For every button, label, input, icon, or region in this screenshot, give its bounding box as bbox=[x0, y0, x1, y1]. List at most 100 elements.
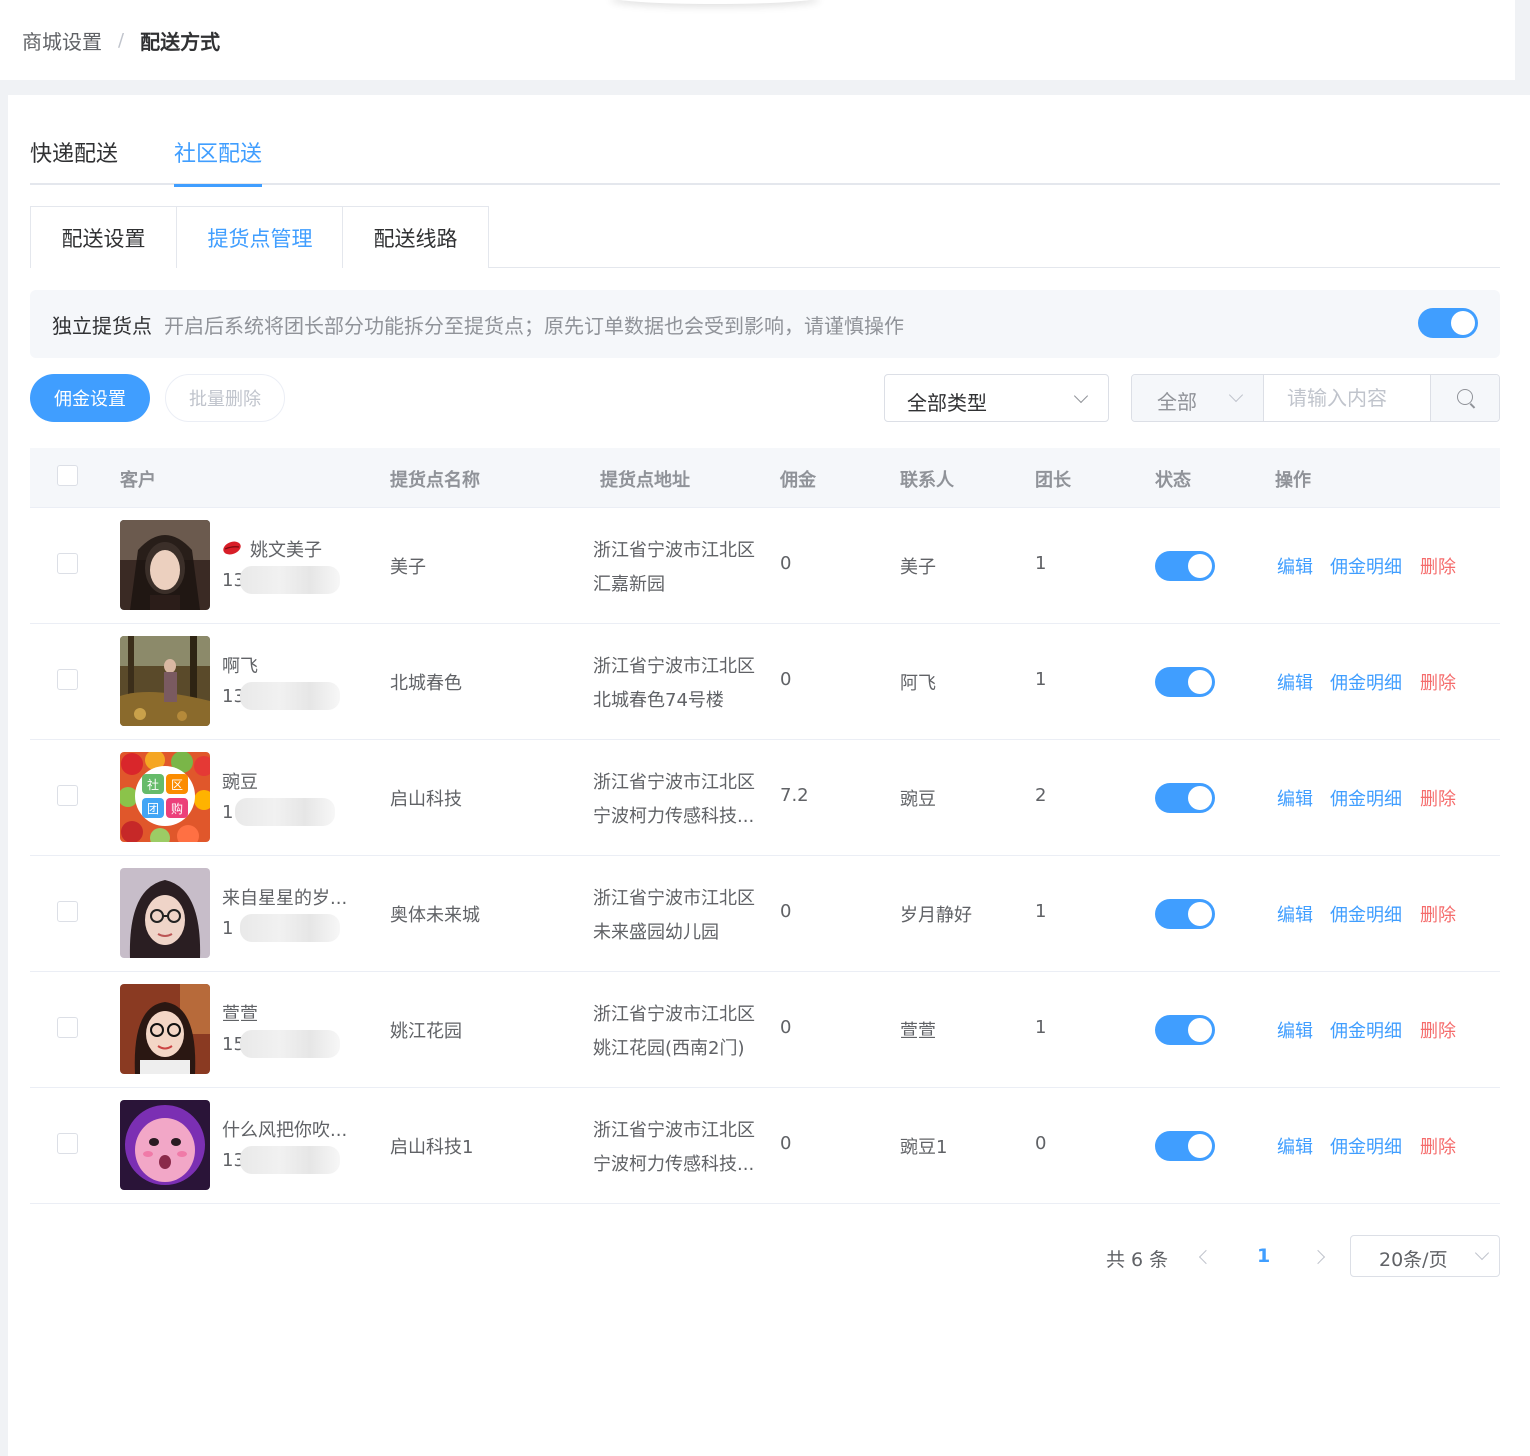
edit-link[interactable]: 编辑 bbox=[1277, 901, 1313, 927]
commission-detail-link[interactable]: 佣金明细 bbox=[1330, 553, 1402, 579]
search-button[interactable] bbox=[1430, 375, 1499, 421]
point-name: 美子 bbox=[390, 557, 426, 578]
status-toggle[interactable] bbox=[1155, 899, 1215, 929]
header-status: 状态 bbox=[1155, 470, 1191, 491]
header-commission: 佣金 bbox=[780, 470, 816, 491]
row-checkbox[interactable] bbox=[57, 669, 78, 690]
avatar: 社区团购 bbox=[120, 752, 210, 842]
customer-name: 姚文美子 bbox=[250, 540, 322, 561]
toggle-knob bbox=[1451, 311, 1475, 335]
status-toggle[interactable] bbox=[1155, 1131, 1215, 1161]
point-address: 浙江省宁波市江北区 宁波柯力传感科技... bbox=[593, 772, 755, 827]
search-input[interactable] bbox=[1265, 375, 1431, 421]
edit-link[interactable]: 编辑 bbox=[1277, 785, 1313, 811]
table-row: 什么风把你吹... 13 启山科技1 浙江省宁波市江北区 宁波柯力传感科技... … bbox=[30, 1088, 1500, 1204]
status-toggle[interactable] bbox=[1155, 551, 1215, 581]
edit-link[interactable]: 编辑 bbox=[1277, 1133, 1313, 1159]
commission-settings-button[interactable]: 佣金设置 bbox=[30, 374, 150, 422]
delete-link[interactable]: 删除 bbox=[1420, 1133, 1456, 1159]
delete-link[interactable]: 删除 bbox=[1420, 553, 1456, 579]
status-toggle[interactable] bbox=[1155, 783, 1215, 813]
edit-link[interactable]: 编辑 bbox=[1277, 1017, 1313, 1043]
lips-icon bbox=[223, 541, 241, 555]
commission-detail-link[interactable]: 佣金明细 bbox=[1330, 1133, 1402, 1159]
customer-name: 啊飞 bbox=[222, 656, 258, 677]
avatar bbox=[120, 868, 210, 958]
independent-pickup-toggle[interactable] bbox=[1418, 308, 1478, 338]
phone-blur-mask bbox=[240, 914, 340, 942]
pagination-current-page[interactable]: 1 bbox=[1257, 1245, 1270, 1267]
breadcrumb-parent[interactable]: 商城设置 bbox=[22, 26, 102, 55]
contact-name: 岁月静好 bbox=[900, 905, 972, 926]
contact-name: 美子 bbox=[900, 557, 936, 578]
row-checkbox[interactable] bbox=[57, 553, 78, 574]
row-checkbox[interactable] bbox=[57, 785, 78, 806]
table-row: 姚文美子 13 美子 浙江省宁波市江北区 汇嘉新园 0 美子 1 编辑 佣金明细 … bbox=[30, 508, 1500, 624]
header-decoration bbox=[610, 0, 820, 4]
row-checkbox[interactable] bbox=[57, 1133, 78, 1154]
header-customer: 客户 bbox=[120, 470, 156, 491]
toggle-knob bbox=[1188, 902, 1212, 926]
scope-select[interactable]: 全部 bbox=[1132, 375, 1264, 421]
header-point-address: 提货点地址 bbox=[600, 470, 690, 491]
leader-count: 1 bbox=[1035, 901, 1047, 922]
type-select[interactable]: 全部类型 bbox=[884, 374, 1109, 422]
delete-link[interactable]: 删除 bbox=[1420, 669, 1456, 695]
leader-count: 2 bbox=[1035, 785, 1047, 806]
table-row: 萱萱 15 姚江花园 浙江省宁波市江北区 姚江花园(西南2门) 0 萱萱 1 编辑… bbox=[30, 972, 1500, 1088]
search-group: 全部 bbox=[1131, 374, 1500, 422]
commission-value: 0 bbox=[780, 1017, 792, 1038]
subtab-pickup-management[interactable]: 提货点管理 bbox=[177, 206, 343, 269]
commission-detail-link[interactable]: 佣金明细 bbox=[1330, 1017, 1402, 1043]
status-toggle[interactable] bbox=[1155, 1015, 1215, 1045]
avatar bbox=[120, 984, 210, 1074]
delete-link[interactable]: 删除 bbox=[1420, 1017, 1456, 1043]
toggle-knob bbox=[1188, 1018, 1212, 1042]
page-size-select[interactable]: 20条/页 bbox=[1350, 1235, 1500, 1277]
contact-name: 萱萱 bbox=[900, 1021, 936, 1042]
row-checkbox[interactable] bbox=[57, 1017, 78, 1038]
scope-select-value: 全部 bbox=[1157, 390, 1197, 414]
chevron-right-icon[interactable] bbox=[1310, 1249, 1326, 1265]
type-select-value: 全部类型 bbox=[907, 391, 987, 415]
customer-name: 什么风把你吹... bbox=[222, 1120, 348, 1141]
pickup-points-table: 客户 提货点名称 提货点地址 佣金 联系人 团长 状态 操作 姚文美子 13 美… bbox=[30, 448, 1500, 1204]
status-toggle[interactable] bbox=[1155, 667, 1215, 697]
subtab-delivery-settings[interactable]: 配送设置 bbox=[30, 206, 177, 268]
phone-blur-mask bbox=[235, 798, 335, 826]
svg-text:团: 团 bbox=[147, 802, 159, 816]
row-checkbox[interactable] bbox=[57, 901, 78, 922]
toggle-knob bbox=[1188, 786, 1212, 810]
edit-link[interactable]: 编辑 bbox=[1277, 553, 1313, 579]
phone-blur-mask bbox=[240, 1030, 340, 1058]
commission-detail-link[interactable]: 佣金明细 bbox=[1330, 669, 1402, 695]
delete-link[interactable]: 删除 bbox=[1420, 901, 1456, 927]
point-address: 浙江省宁波市江北区 汇嘉新园 bbox=[593, 540, 755, 595]
tab-community-delivery[interactable]: 社区配送 bbox=[174, 139, 263, 187]
contact-name: 豌豆 bbox=[900, 789, 936, 810]
commission-detail-link[interactable]: 佣金明细 bbox=[1330, 901, 1402, 927]
customer-phone: 1 bbox=[222, 802, 234, 823]
subtab-delivery-routes[interactable]: 配送线路 bbox=[342, 206, 489, 268]
chevron-left-icon[interactable] bbox=[1198, 1249, 1214, 1265]
commission-detail-link[interactable]: 佣金明细 bbox=[1330, 785, 1402, 811]
point-address: 浙江省宁波市江北区 未来盛园幼儿园 bbox=[593, 888, 755, 943]
chevron-down-icon bbox=[1474, 1245, 1490, 1261]
page-size-value: 20条/页 bbox=[1379, 1249, 1448, 1271]
tab-express-delivery[interactable]: 快递配送 bbox=[30, 139, 118, 185]
svg-text:区: 区 bbox=[171, 778, 183, 792]
leader-count: 1 bbox=[1035, 1017, 1047, 1038]
select-all-checkbox[interactable] bbox=[57, 465, 78, 486]
svg-text:购: 购 bbox=[171, 801, 183, 816]
avatar bbox=[120, 520, 210, 610]
commission-value: 0 bbox=[780, 669, 792, 690]
point-name: 启山科技1 bbox=[390, 1137, 474, 1158]
customer-name: 萱萱 bbox=[222, 1004, 258, 1025]
toggle-knob bbox=[1188, 554, 1212, 578]
edit-link[interactable]: 编辑 bbox=[1277, 669, 1313, 695]
leader-count: 0 bbox=[1035, 1133, 1047, 1154]
commission-value: 0 bbox=[780, 553, 792, 574]
delete-link[interactable]: 删除 bbox=[1420, 785, 1456, 811]
commission-value: 7.2 bbox=[780, 785, 809, 806]
breadcrumb-separator: / bbox=[118, 30, 125, 51]
